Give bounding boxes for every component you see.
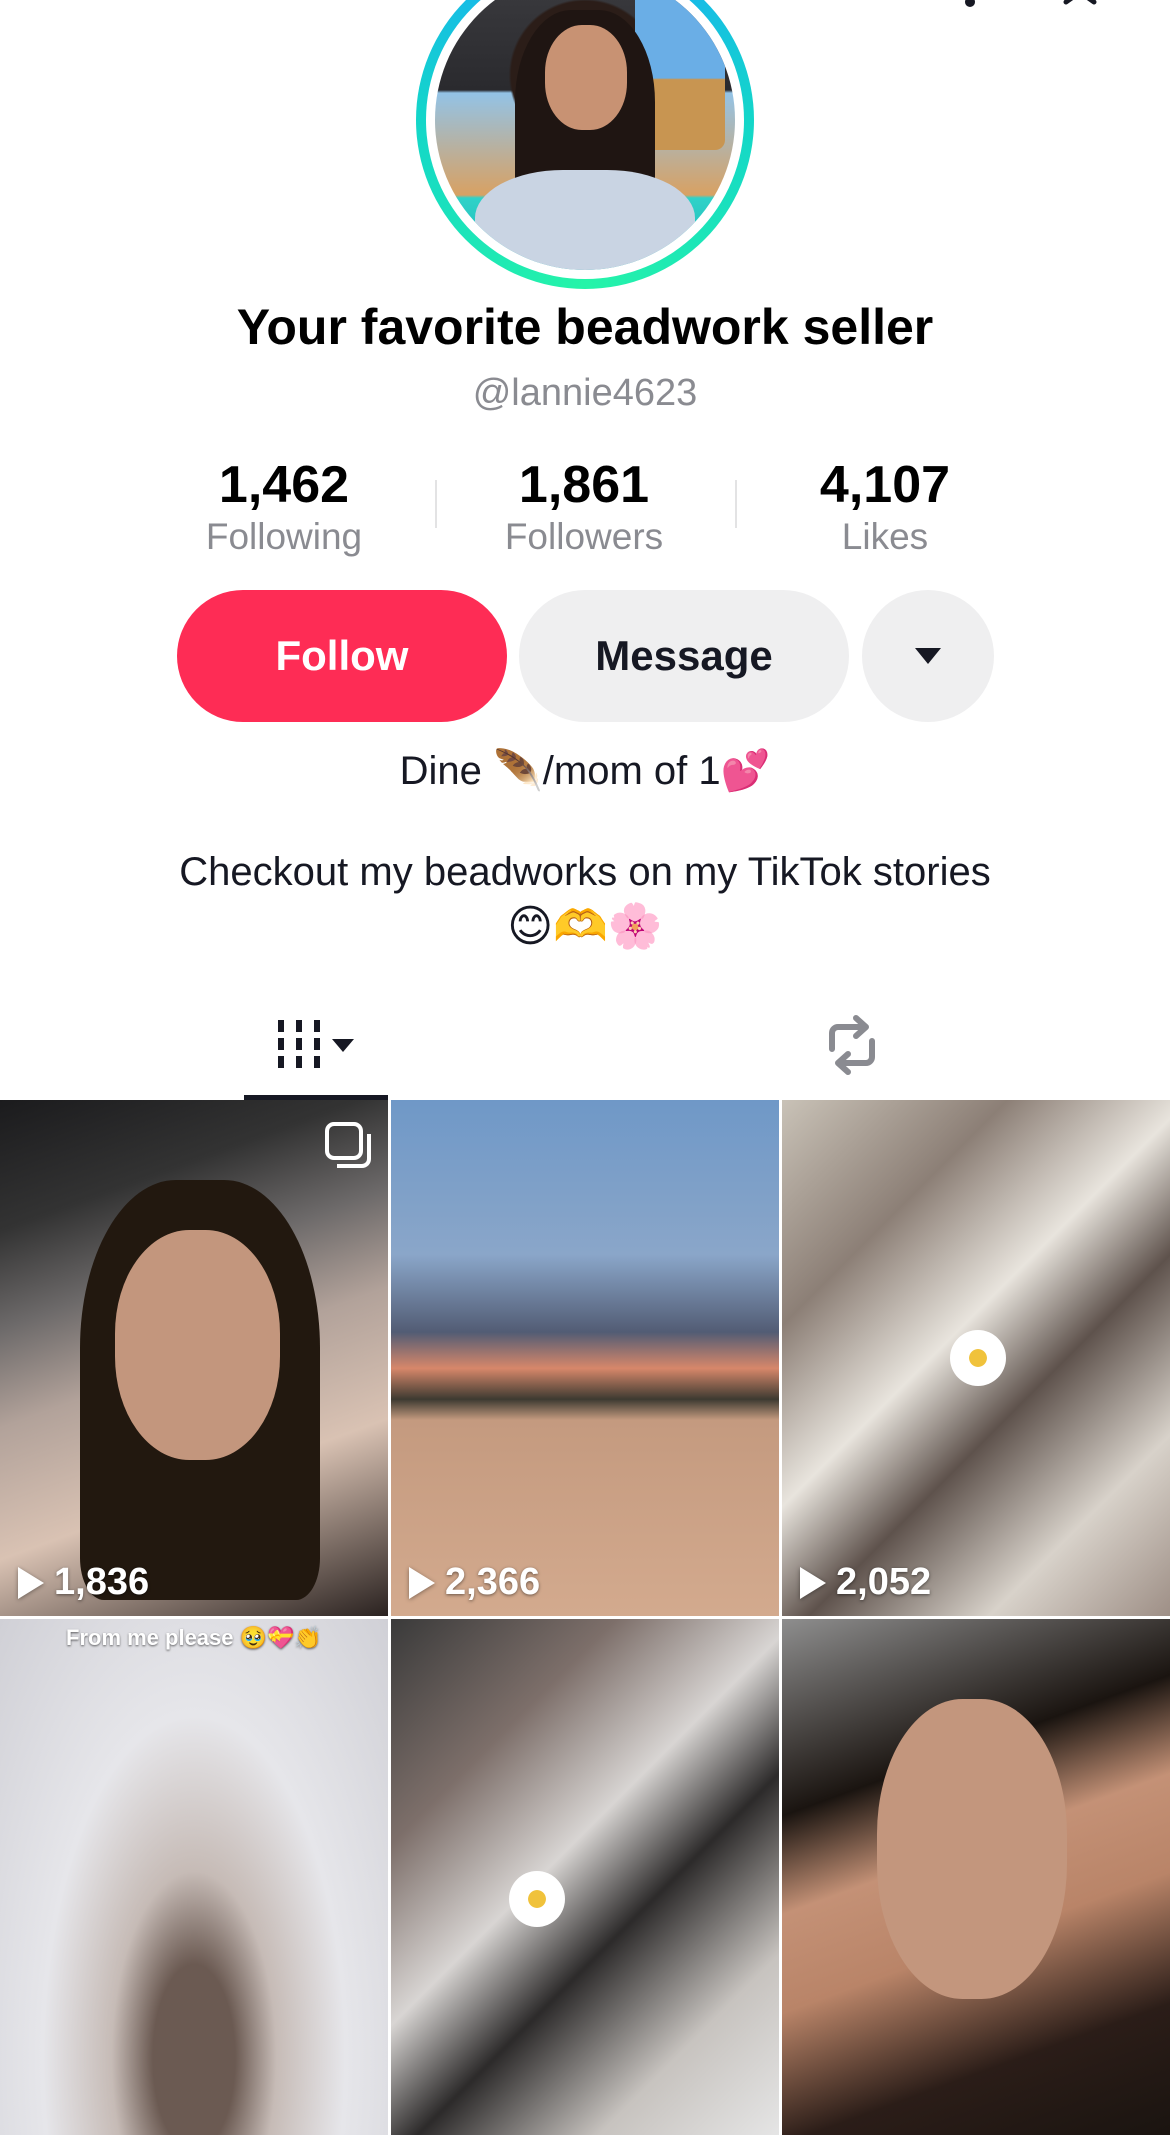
video-tile[interactable]: 2,366 bbox=[391, 1100, 779, 1616]
caret-down-icon bbox=[915, 648, 941, 664]
daisy-sticker bbox=[509, 1871, 565, 1927]
message-button[interactable]: Message bbox=[519, 590, 849, 722]
video-tile[interactable]: From me please 🥹💝👏 bbox=[0, 1619, 388, 2135]
bio-emojis: 😊🫶🌸 bbox=[507, 902, 663, 951]
avatar-story-ring[interactable] bbox=[416, 0, 754, 289]
avatar-ring-gap bbox=[426, 0, 744, 279]
daisy-sticker bbox=[950, 1330, 1006, 1386]
repost-icon bbox=[829, 1015, 875, 1075]
video-tile[interactable] bbox=[782, 1619, 1170, 2135]
bell-icon[interactable] bbox=[950, 0, 990, 10]
tab-reposts[interactable] bbox=[790, 990, 914, 1100]
stat-divider bbox=[435, 480, 437, 528]
tab-caret-down-icon bbox=[332, 1038, 354, 1052]
video-grid: 1,836 2,366 2,052 From me please 🥹💝👏 bbox=[0, 1100, 1170, 2135]
stat-divider bbox=[735, 480, 737, 528]
view-count-value: 2,052 bbox=[836, 1561, 932, 1603]
video-thumbnail-face bbox=[877, 1699, 1067, 1999]
video-tile[interactable]: 2,052 bbox=[782, 1100, 1170, 1616]
back-arrow-icon[interactable] bbox=[50, 0, 90, 10]
follow-button[interactable]: Follow bbox=[177, 590, 507, 722]
avatar-shirt bbox=[475, 170, 695, 270]
video-caption-overlay: From me please 🥹💝👏 bbox=[66, 1625, 322, 1650]
play-icon bbox=[800, 1566, 826, 1599]
bio-line: Dine 🪶/mom of 1💕 bbox=[399, 749, 771, 793]
view-count: 2,052 bbox=[800, 1561, 931, 1604]
display-name: Your favorite beadwork seller bbox=[236, 299, 934, 355]
view-count: 1,836 bbox=[18, 1561, 149, 1604]
video-tile[interactable] bbox=[391, 1619, 779, 2135]
view-count-value: 2,366 bbox=[445, 1561, 541, 1603]
followers-label: Followers bbox=[504, 516, 664, 557]
tab-videos[interactable] bbox=[244, 990, 388, 1100]
profile-tabs bbox=[0, 990, 1170, 1100]
stat-likes[interactable]: 4,107 Likes bbox=[755, 455, 1015, 559]
following-count: 1,462 bbox=[218, 456, 350, 514]
share-icon[interactable] bbox=[1060, 0, 1100, 10]
stat-followers[interactable]: 1,861 Followers bbox=[454, 455, 714, 559]
view-count-value: 1,836 bbox=[54, 1561, 150, 1603]
video-thumbnail-face bbox=[115, 1230, 280, 1460]
pinned-icon bbox=[325, 1122, 371, 1168]
likes-count: 4,107 bbox=[819, 456, 951, 514]
video-tile[interactable]: 1,836 bbox=[0, 1100, 388, 1616]
play-icon bbox=[18, 1566, 44, 1599]
bio-line: Checkout my beadworks on my TikTok stori… bbox=[179, 850, 991, 894]
avatar-face bbox=[545, 25, 627, 130]
followers-count: 1,861 bbox=[518, 456, 650, 514]
grid-bars-icon bbox=[278, 1020, 320, 1070]
play-icon bbox=[409, 1566, 435, 1599]
stat-following[interactable]: 1,462 Following bbox=[154, 455, 414, 559]
following-label: Following bbox=[205, 516, 363, 557]
likes-label: Likes bbox=[841, 516, 929, 557]
username: @lannie4623 bbox=[472, 372, 698, 414]
more-options-button[interactable] bbox=[862, 590, 994, 722]
avatar[interactable] bbox=[435, 0, 735, 270]
view-count: 2,366 bbox=[409, 1561, 540, 1604]
